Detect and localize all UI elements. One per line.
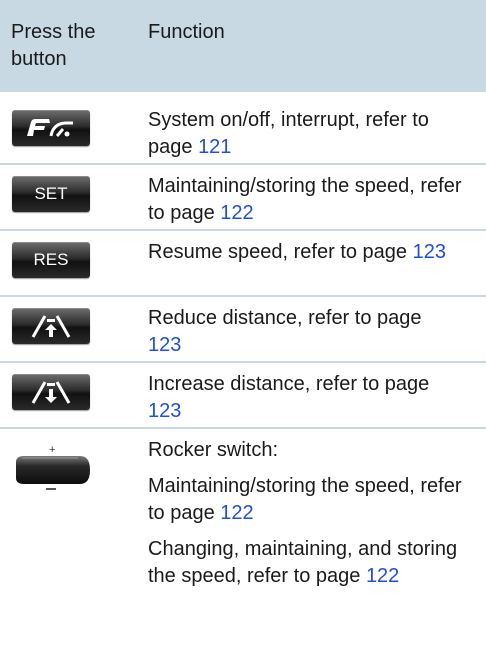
function-table: Press the button Function System on/off,… xyxy=(0,0,486,667)
row-system-text: System on/off, interrupt, refer to page … xyxy=(148,107,478,161)
rocker-item-1: Maintaining/storing the speed, refer to … xyxy=(148,473,478,527)
rocker-switch-icon: + xyxy=(16,444,90,490)
set-button-label: SET xyxy=(34,184,68,203)
row-reduce-text: Reduce distance, refer to page 123 xyxy=(148,305,448,359)
res-button-label: RES xyxy=(33,250,69,269)
row-set-page-link[interactable]: 122 xyxy=(220,202,253,224)
row-divider xyxy=(0,229,486,231)
rocker-item-2: Changing, maintaining, and storing the s… xyxy=(148,536,478,590)
row-system-page-link[interactable]: 121 xyxy=(198,136,231,158)
row-increase-text: Increase distance, refer to page 123 xyxy=(148,371,448,425)
row-res-text: Resume speed, refer to page 123 xyxy=(148,239,448,266)
rocker-title: Rocker switch: xyxy=(148,439,279,461)
row-divider xyxy=(0,163,486,165)
increase-distance-button[interactable] xyxy=(12,374,90,410)
row-res-page-link[interactable]: 123 xyxy=(413,241,446,263)
row-divider xyxy=(0,361,486,363)
row-increase-description: Increase distance, refer to page xyxy=(148,373,430,395)
row-set-description: Maintaining/storing the speed, refer to … xyxy=(148,175,462,224)
rocker-item-1-text: Maintaining/storing the speed, refer to … xyxy=(148,475,462,524)
row-increase-page-link[interactable]: 123 xyxy=(148,400,181,422)
row-reduce-description: Reduce distance, refer to page xyxy=(148,307,422,329)
row-res-description: Resume speed, refer to page xyxy=(148,241,413,263)
reduce-distance-icon xyxy=(31,315,71,338)
table-header: Press the button Function xyxy=(0,0,486,92)
set-button[interactable]: SET xyxy=(12,176,90,212)
rocker-item-2-page-link[interactable]: 122 xyxy=(366,565,399,587)
reduce-distance-button[interactable] xyxy=(12,308,90,344)
row-set-text: Maintaining/storing the speed, refer to … xyxy=(148,173,478,227)
rocker-switch[interactable]: + xyxy=(12,444,92,496)
header-function: Function xyxy=(148,21,225,43)
row-reduce-page-link[interactable]: 123 xyxy=(148,334,181,356)
row-rocker-text: Rocker switch: Maintaining/storing the s… xyxy=(148,437,478,590)
res-button[interactable]: RES xyxy=(12,242,90,278)
header-press-button: Press the button xyxy=(11,21,96,70)
rocker-item-1-page-link[interactable]: 122 xyxy=(220,502,253,524)
cruise-system-icon xyxy=(27,119,73,137)
increase-distance-icon xyxy=(31,381,71,404)
row-divider xyxy=(0,295,486,297)
rocker-item-2-text: Changing, maintaining, and storing the s… xyxy=(148,538,458,587)
row-divider xyxy=(0,427,486,429)
cruise-system-button[interactable] xyxy=(12,110,90,146)
svg-text:+: + xyxy=(49,444,55,456)
row-system-description: System on/off, interrupt, refer to page xyxy=(148,109,429,158)
